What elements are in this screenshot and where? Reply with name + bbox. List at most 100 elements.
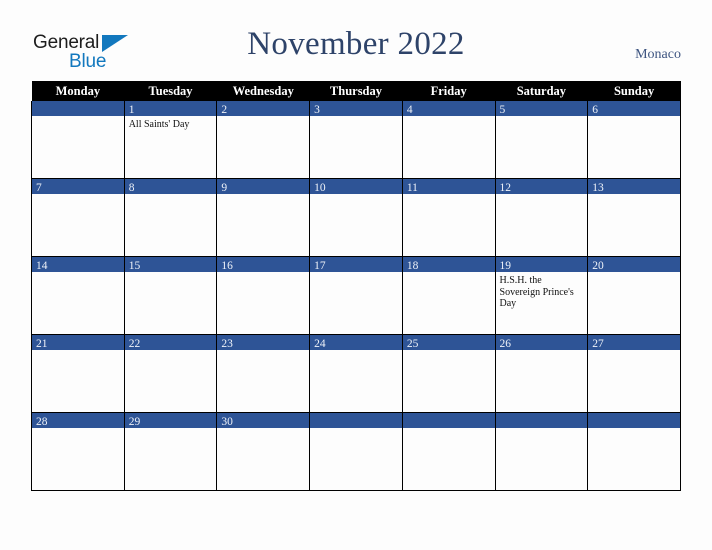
weekday-header-sunday: Sunday: [587, 81, 681, 101]
calendar-day-cell[interactable]: 22: [123, 334, 218, 413]
day-number: 29: [128, 416, 141, 428]
day-cell-content: 3: [310, 101, 402, 178]
holiday-event-label[interactable]: All Saints' Day: [129, 119, 213, 131]
day-cell-content: [310, 413, 402, 490]
calendar-day-cell[interactable]: 18: [401, 256, 496, 335]
day-number: 7: [36, 182, 42, 194]
day-number-bar: 30: [217, 413, 310, 428]
calendar-empty-cell[interactable]: [31, 101, 125, 179]
calendar-day-cell[interactable]: 30: [216, 412, 311, 491]
calendar-empty-cell[interactable]: [309, 412, 403, 491]
day-number: 20: [592, 260, 604, 272]
calendar-day-cell[interactable]: 16: [216, 256, 311, 335]
calendar-day-cell[interactable]: 9: [216, 178, 311, 257]
calendar-day-cell[interactable]: 4: [401, 101, 496, 179]
calendar-day-cell[interactable]: 28: [31, 412, 125, 491]
day-number-bar: 21: [32, 335, 124, 350]
calendar-week-row: 7 8 9 10 11 12 13: [31, 178, 681, 257]
calendar-day-cell[interactable]: 2: [216, 101, 311, 179]
day-cell-content: 13: [588, 179, 680, 256]
day-cell-content: 19 H.S.H. the Sovereign Prince's Day: [495, 257, 588, 334]
calendar-week-row: 1 All Saints' Day 2 3 4 5 6: [31, 101, 681, 179]
day-number: 16: [221, 260, 233, 272]
day-number-bar: 14: [32, 257, 124, 272]
day-number-bar: 26: [495, 335, 588, 350]
day-number-bar: 18: [402, 257, 495, 272]
calendar-day-cell[interactable]: 25: [401, 334, 496, 413]
day-cell-content: 2: [217, 101, 310, 178]
calendar-day-cell[interactable]: 10: [309, 178, 403, 257]
day-number: 3: [314, 104, 320, 116]
day-number-bar: 3: [310, 101, 402, 116]
holiday-event-label[interactable]: H.S.H. the Sovereign Prince's Day: [500, 275, 584, 310]
calendar-day-cell[interactable]: 29: [123, 412, 218, 491]
day-cell-content: 1 All Saints' Day: [124, 101, 217, 178]
calendar-page: General Blue November 2022 Monaco Monday…: [0, 0, 712, 550]
calendar-day-cell[interactable]: 7: [31, 178, 125, 257]
day-number: 4: [406, 104, 413, 116]
day-number-bar: 9: [217, 179, 310, 194]
day-number-bar: 10: [310, 179, 402, 194]
calendar-day-cell[interactable]: 5: [494, 101, 589, 179]
weekday-header-row: Monday Tuesday Wednesday Thursday Friday Satu…: [31, 81, 681, 101]
day-number: 13: [592, 182, 604, 194]
day-number: 28: [36, 416, 48, 428]
weekday-header-monday: Monday: [31, 81, 125, 101]
calendar-day-cell[interactable]: 15: [123, 256, 218, 335]
weekday-header-tuesday: Tuesday: [124, 81, 217, 101]
calendar-day-cell[interactable]: 27: [587, 334, 681, 413]
page-header: General Blue November 2022 Monaco: [0, 0, 712, 78]
day-cell-content: 11: [402, 179, 495, 256]
day-number-bar: 13: [588, 179, 680, 194]
day-number-bar: 23: [217, 335, 310, 350]
calendar-day-cell[interactable]: 26: [494, 334, 589, 413]
calendar-day-cell[interactable]: 19 H.S.H. the Sovereign Prince's Day: [494, 256, 589, 335]
day-cell-content: 8: [124, 179, 217, 256]
day-cell-content: 22: [124, 335, 217, 412]
calendar-day-cell[interactable]: 6: [587, 101, 681, 179]
calendar-empty-cell[interactable]: [587, 412, 681, 491]
day-number: 24: [314, 338, 326, 350]
calendar-day-cell[interactable]: 23: [216, 334, 311, 413]
calendar-day-cell[interactable]: 13: [587, 178, 681, 257]
calendar-day-cell[interactable]: 3: [309, 101, 403, 179]
day-number: 6: [592, 104, 598, 116]
calendar-day-cell[interactable]: 21: [31, 334, 125, 413]
day-cell-content: 17: [310, 257, 402, 334]
day-number-bar: 1: [124, 101, 217, 116]
calendar-table: Monday Tuesday Wednesday Thursday Friday Satu…: [31, 81, 681, 491]
calendar-empty-cell[interactable]: [494, 412, 589, 491]
weekday-header-thursday: Thursday: [309, 81, 403, 101]
day-number-bar: 6: [588, 101, 680, 116]
day-number: 14: [36, 260, 48, 272]
day-cell-content: 26: [495, 335, 588, 412]
calendar-day-cell[interactable]: 17: [309, 256, 403, 335]
weekday-header-saturday: Saturday: [495, 81, 588, 101]
day-cell-content: 12: [495, 179, 588, 256]
location-label: Monaco: [635, 47, 681, 62]
day-cell-content: 14: [32, 257, 124, 334]
day-number: 21: [36, 338, 48, 350]
day-cell-content: 24: [310, 335, 402, 412]
calendar-day-cell[interactable]: 11: [401, 178, 496, 257]
calendar-day-cell[interactable]: 24: [309, 334, 403, 413]
calendar-empty-cell[interactable]: [401, 412, 496, 491]
day-cell-content: [402, 413, 495, 490]
calendar-day-cell[interactable]: 20: [587, 256, 681, 335]
calendar-day-cell[interactable]: 1 All Saints' Day: [123, 101, 218, 179]
day-number-bar: 16: [217, 257, 310, 272]
calendar-day-cell[interactable]: 12: [494, 178, 589, 257]
day-number-bar: 24: [310, 335, 402, 350]
day-cell-content: 28: [32, 413, 124, 490]
weekday-header-friday: Friday: [402, 81, 496, 101]
day-cell-content: 6: [588, 101, 680, 178]
day-cell-content: 27: [588, 335, 680, 412]
day-number-bar: 28: [32, 413, 124, 428]
day-cell-content: 10: [310, 179, 402, 256]
calendar-day-cell[interactable]: 8: [123, 178, 218, 257]
weekday-header-wednesday: Wednesday: [216, 81, 310, 101]
calendar-day-cell[interactable]: 14: [31, 256, 125, 335]
day-number: 10: [314, 182, 326, 194]
day-cell-content: 30: [217, 413, 310, 490]
day-cell-content: 21: [32, 335, 124, 412]
